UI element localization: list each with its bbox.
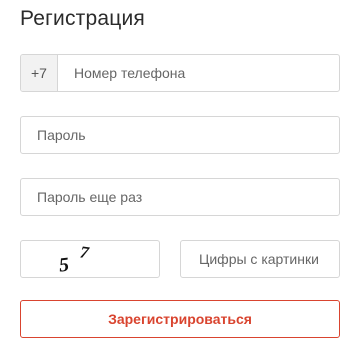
captcha-image: 5 7 [20, 240, 160, 278]
captcha-digit-2: 7 [79, 242, 92, 262]
password-repeat-input[interactable] [21, 179, 339, 215]
password-input[interactable] [21, 117, 339, 153]
phone-prefix: +7 [21, 55, 58, 91]
register-button[interactable]: Зарегистрироваться [20, 300, 340, 338]
phone-input[interactable] [57, 55, 339, 91]
captcha-input[interactable] [181, 241, 339, 277]
registration-form: Регистрация +7 5 7 Зарегистрироваться [0, 0, 364, 349]
password-repeat-field [20, 178, 340, 216]
form-title: Регистрация [20, 7, 145, 30]
captcha-digit-1: 5 [58, 254, 70, 277]
captcha-digits-image: 5 7 [58, 242, 92, 277]
password-field [20, 116, 340, 154]
phone-field: +7 [20, 54, 340, 92]
captcha-field [180, 240, 340, 278]
